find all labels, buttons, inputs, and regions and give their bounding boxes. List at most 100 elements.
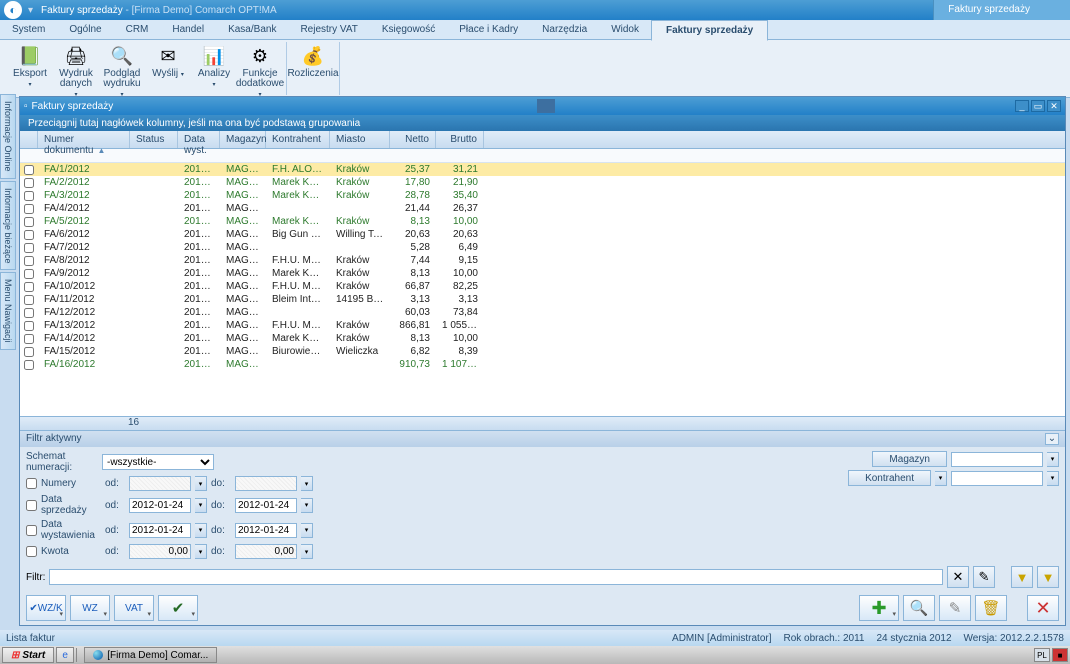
menu-narzdzia[interactable]: Narzędzia xyxy=(530,20,599,39)
ribbon-eksport[interactable]: 📗Eksport ▾ xyxy=(8,42,52,93)
sidepanel-menunawigacji[interactable]: Menu Nawigacji xyxy=(0,272,16,350)
table-row[interactable]: FA/4/20122012-01-24MAGAZYN21,4426,37 xyxy=(20,202,1065,215)
add-button[interactable]: ✚▾ xyxy=(859,595,899,621)
amount-to[interactable] xyxy=(235,544,297,559)
col-status[interactable]: Status xyxy=(130,131,178,148)
table-row[interactable]: FA/3/20122012-01-24MAGAZYNMarek KolasaKr… xyxy=(20,189,1065,202)
menu-system[interactable]: System xyxy=(0,20,57,39)
table-row[interactable]: FA/11/20122012-01-24MAGAZYNBleim Interna… xyxy=(20,293,1065,306)
funnel-button[interactable]: ▼ xyxy=(1011,566,1033,588)
check-button[interactable]: ✔▾ xyxy=(158,595,198,621)
table-row[interactable]: FA/1/20122012-01-24MAGAZYNF.H. ALOZA sp.… xyxy=(20,163,1065,176)
row-checkbox[interactable] xyxy=(24,282,34,292)
row-checkbox[interactable] xyxy=(24,321,34,331)
row-checkbox[interactable] xyxy=(24,334,34,344)
funnel-exec-button[interactable]: ▼ xyxy=(1037,566,1059,588)
numbers-to-input[interactable] xyxy=(235,476,297,491)
filter-edit-button[interactable]: ✎ xyxy=(973,566,995,588)
edit-pencil-button[interactable]: ✎ xyxy=(939,595,971,621)
dropdown-icon[interactable]: ▾ xyxy=(1047,452,1059,467)
col-net[interactable]: Netto xyxy=(390,131,436,148)
spin-icon[interactable]: ▾ xyxy=(301,476,313,491)
row-checkbox[interactable] xyxy=(24,308,34,318)
menu-oglne[interactable]: Ogólne xyxy=(57,20,113,39)
table-row[interactable]: FA/15/20122012-01-24MAGAZYNBiurowiec sp.… xyxy=(20,345,1065,358)
row-checkbox[interactable] xyxy=(24,217,34,227)
issue-date-to[interactable] xyxy=(235,523,297,538)
ribbon-analizy[interactable]: 📊Analizy ▾ xyxy=(192,42,236,93)
vat-button[interactable]: VAT▾ xyxy=(114,595,154,621)
menu-kasabank[interactable]: Kasa/Bank xyxy=(216,20,288,39)
table-row[interactable]: FA/5/20122012-01-24MAGAZYNMarek KolasaKr… xyxy=(20,215,1065,228)
row-checkbox[interactable] xyxy=(24,295,34,305)
menu-rejestryvat[interactable]: Rejestry VAT xyxy=(288,20,369,39)
lang-indicator[interactable]: PL xyxy=(1034,648,1050,662)
taskbar-app[interactable]: [Firma Demo] Comar... xyxy=(84,647,217,663)
contractor-input[interactable] xyxy=(951,471,1043,486)
edit-button[interactable]: 🔍 xyxy=(903,595,935,621)
close-list-button[interactable]: ✕ xyxy=(1027,595,1059,621)
row-checkbox[interactable] xyxy=(24,360,34,370)
contractor-button[interactable]: Kontrahent xyxy=(848,470,931,486)
trash-button[interactable]: 🗑 xyxy=(975,595,1007,621)
table-row[interactable]: FA/10/20122012-01-24MAGAZYNF.H.U. MARIZA… xyxy=(20,280,1065,293)
filter-clear-button[interactable]: ✕ xyxy=(947,566,969,588)
filter-expression-input[interactable] xyxy=(49,569,943,585)
col-contractor[interactable]: Kontrahent xyxy=(266,131,330,148)
ribbon-rozliczenia[interactable]: 💰Rozliczenia xyxy=(291,42,335,82)
row-checkbox[interactable] xyxy=(24,230,34,240)
menu-crm[interactable]: CRM xyxy=(114,20,161,39)
issue-date-from[interactable] xyxy=(129,523,191,538)
numbers-checkbox[interactable] xyxy=(26,478,37,489)
row-checkbox[interactable] xyxy=(24,256,34,266)
wz-button[interactable]: WZ▾ xyxy=(70,595,110,621)
sidepanel-informacjeonline[interactable]: Informacje Online xyxy=(0,94,16,179)
numbers-from-input[interactable] xyxy=(129,476,191,491)
ie-icon[interactable]: e xyxy=(56,647,74,663)
sidepanel-informacjebiece[interactable]: Informacje bieżące xyxy=(0,181,16,271)
issue-date-checkbox[interactable] xyxy=(26,525,37,536)
group-by-hint[interactable]: Przeciągnij tutaj nagłówek kolumny, jeśl… xyxy=(20,115,1065,131)
table-row[interactable]: FA/13/20122012-01-24MAGAZYNF.H.U. MARIZA… xyxy=(20,319,1065,332)
amount-checkbox[interactable] xyxy=(26,546,37,557)
warehouse-input[interactable] xyxy=(951,452,1043,467)
warehouse-button[interactable]: Magazyn xyxy=(872,451,947,467)
start-button[interactable]: ⊞Start xyxy=(2,647,54,663)
ribbon-wylij[interactable]: ✉Wyślij ▾ xyxy=(146,42,190,83)
menu-paceikadry[interactable]: Płace i Kadry xyxy=(447,20,530,39)
sale-date-checkbox[interactable] xyxy=(26,500,37,511)
table-row[interactable]: FA/12/20122012-01-24MAGAZYN60,0373,84 xyxy=(20,306,1065,319)
col-date[interactable]: Data wyst. xyxy=(178,131,220,148)
inner-minimize[interactable]: _ xyxy=(1015,100,1029,112)
row-checkbox[interactable] xyxy=(24,347,34,357)
col-city[interactable]: Miasto xyxy=(330,131,390,148)
spin-icon[interactable]: ▾ xyxy=(195,476,207,491)
inner-maximize[interactable]: ▭ xyxy=(1031,100,1045,112)
table-row[interactable]: FA/14/20122012-01-24MAGAZYNMarek KolasaK… xyxy=(20,332,1065,345)
row-checkbox[interactable] xyxy=(24,191,34,201)
filter-collapse-button[interactable]: ⌄ xyxy=(1045,433,1059,445)
row-checkbox[interactable] xyxy=(24,178,34,188)
grid-body[interactable]: FA/1/20122012-01-24MAGAZYNF.H. ALOZA sp.… xyxy=(20,163,1065,416)
qat-dropdown-icon[interactable]: ▾ xyxy=(28,5,33,16)
row-checkbox[interactable] xyxy=(24,165,34,175)
menu-ksigowo[interactable]: Księgowość xyxy=(370,20,447,39)
filter-row-grid[interactable] xyxy=(20,149,1065,163)
inner-close[interactable]: ✕ xyxy=(1047,100,1061,112)
tray-icon[interactable]: ■ xyxy=(1052,648,1068,662)
sale-date-to[interactable] xyxy=(235,498,297,513)
row-checkbox[interactable] xyxy=(24,204,34,214)
col-document-number[interactable]: Numer dokumentu▲ xyxy=(38,131,130,148)
col-warehouse[interactable]: Magazyn xyxy=(220,131,266,148)
col-gross[interactable]: Brutto xyxy=(436,131,484,148)
wzk-button[interactable]: ✔WZ/K▾ xyxy=(26,595,66,621)
scheme-select[interactable]: -wszystkie- xyxy=(102,454,214,470)
sale-date-from[interactable] xyxy=(129,498,191,513)
row-checkbox[interactable] xyxy=(24,269,34,279)
menu-fakturysprzeday[interactable]: Faktury sprzedaży xyxy=(651,20,768,41)
row-checkbox[interactable] xyxy=(24,243,34,253)
table-row[interactable]: FA/8/20122012-01-24MAGAZYNF.H.U. MARIZAK… xyxy=(20,254,1065,267)
col-checkbox[interactable] xyxy=(20,131,38,148)
menu-handel[interactable]: Handel xyxy=(160,20,216,39)
table-row[interactable]: FA/9/20122012-01-24MAGAZYNMarek KolasaKr… xyxy=(20,267,1065,280)
